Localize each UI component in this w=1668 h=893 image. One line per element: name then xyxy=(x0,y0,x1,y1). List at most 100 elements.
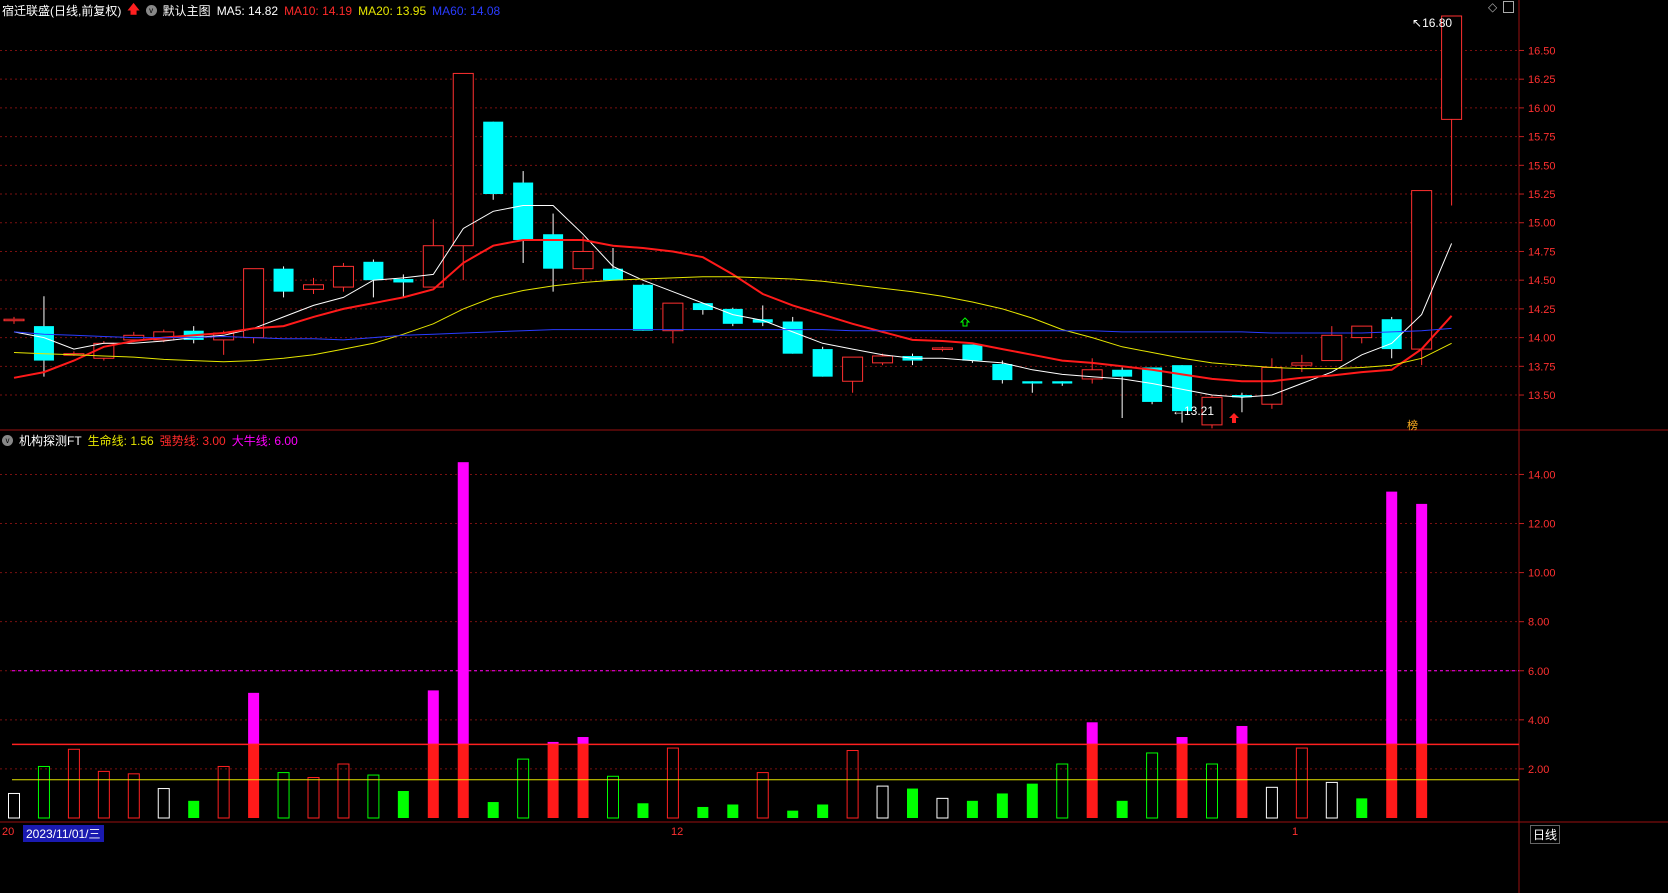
panel-toggle-icon[interactable] xyxy=(1503,1,1515,13)
indicator-bar-red xyxy=(457,744,469,818)
candle-body-down xyxy=(962,344,983,361)
candle-body-down xyxy=(782,321,803,354)
up-arrow-icon: 🡅 xyxy=(127,2,140,16)
indicator-bar-green xyxy=(1026,783,1038,818)
indicator-bar-green-hollow xyxy=(37,765,50,819)
price-tick-label: 13.75 xyxy=(1528,361,1556,373)
ma10-label: MA10: 14.19 xyxy=(284,3,353,18)
indicator-bar-red xyxy=(427,744,439,818)
indicator-bar-white xyxy=(8,792,20,819)
price-tick-label: 16.50 xyxy=(1528,45,1556,57)
candle-body-up xyxy=(452,72,474,247)
candle-body-up xyxy=(332,265,354,288)
price-tick-label: 14.25 xyxy=(1528,304,1556,316)
price-tick-label: 14.50 xyxy=(1528,275,1556,287)
indicator-bar-white xyxy=(157,788,170,819)
candle-body-up xyxy=(3,318,25,322)
indicator-bar-red-hollow xyxy=(1295,747,1308,819)
candle-body-down xyxy=(1112,369,1133,377)
indicator-title[interactable]: 机构探测FT xyxy=(19,432,82,449)
indicator-bar-green-hollow xyxy=(367,774,380,819)
ma20-label: MA20: 13.95 xyxy=(358,3,427,18)
candle-body-down xyxy=(752,319,773,323)
indicator-bar-red-hollow xyxy=(97,770,110,819)
indicator-bar-red xyxy=(1176,744,1188,818)
indicator-bar-white xyxy=(876,785,889,819)
strong-line-label: 强势线: 3.00 xyxy=(159,434,226,448)
indicator-bar-magenta xyxy=(457,462,469,745)
indicator-bar-red xyxy=(1416,744,1428,818)
ma5-line xyxy=(13,205,1453,398)
candle-body-down xyxy=(692,303,713,311)
indicator-bar-green xyxy=(907,788,918,818)
buy-arrow-icon xyxy=(1229,413,1239,423)
indicator-bar-magenta xyxy=(577,737,589,745)
indicator-bar-green xyxy=(996,793,1008,818)
candle-body-down xyxy=(1381,319,1402,350)
indicator-bar-green-hollow xyxy=(1146,752,1159,819)
candle-body-down xyxy=(273,268,294,292)
indicator-bar-green xyxy=(817,804,829,818)
indicator-bar-green xyxy=(1356,798,1368,818)
candle-body-down xyxy=(632,284,653,331)
indicator-tick-label: 12.00 xyxy=(1528,519,1556,531)
price-tick-label: 14.75 xyxy=(1528,246,1556,258)
candle-body-up xyxy=(1261,366,1283,405)
life-line-label: 生命线: 1.56 xyxy=(87,434,154,448)
month-label-mid: 12 xyxy=(671,826,684,838)
indicator-tick-label: 10.00 xyxy=(1528,568,1556,580)
indicator-bar-red-hollow xyxy=(307,777,320,819)
candle-body-down xyxy=(1052,381,1073,384)
candle-body-down xyxy=(513,182,534,240)
bull-line-label: 大牛线: 6.00 xyxy=(231,434,298,448)
bang-badge[interactable]: 榜 xyxy=(1407,417,1418,433)
signal-arrow-icon xyxy=(959,317,971,327)
indicator-bar-green xyxy=(487,802,499,818)
candle-body-down xyxy=(992,364,1013,381)
cursor-date: 2023/11/01/三 xyxy=(23,825,104,842)
month-label-left: 20 xyxy=(2,826,15,838)
candle-body-up xyxy=(1321,334,1343,362)
candle-body-down xyxy=(483,121,504,195)
candle-body-up xyxy=(662,302,684,332)
indicator-bar-red-hollow xyxy=(846,750,859,819)
indicator-bar-magenta xyxy=(427,690,439,745)
indicator-bar-red-hollow xyxy=(337,763,350,819)
indicator-bar-red xyxy=(547,744,559,818)
chevron-down-icon[interactable]: v xyxy=(2,435,13,446)
indicator-bar-white xyxy=(936,797,949,819)
diamond-icon[interactable]: ◇ xyxy=(1488,0,1497,14)
candle-body-up xyxy=(842,356,864,382)
indicator-bar-red-hollow xyxy=(217,765,230,819)
indicator-bar-red xyxy=(1236,744,1248,818)
candle-body-up xyxy=(1441,15,1463,120)
indicator-tick-label: 14.00 xyxy=(1528,469,1556,481)
period-button[interactable]: 日线 xyxy=(1530,825,1561,844)
indicator-bar-magenta xyxy=(1386,491,1398,745)
candle-body-down xyxy=(1022,381,1043,384)
indicator-bar-green xyxy=(637,803,649,818)
indicator-bar-green-hollow xyxy=(517,758,530,819)
main-header: 宿迁联盛(日线,前复权) 🡅 v 默认主图 MA5: 14.82 MA10: 1… xyxy=(2,0,500,21)
template-name[interactable]: 默认主图 xyxy=(163,2,211,19)
candle-body-up xyxy=(931,347,953,350)
indicator-bar-red xyxy=(1086,744,1098,818)
candle-body-up xyxy=(303,284,324,290)
candle-body-down xyxy=(812,349,833,377)
candle-body-down xyxy=(363,261,384,281)
stock-title[interactable]: 宿迁联盛(日线,前复权) xyxy=(2,2,121,19)
indicator-bar-green xyxy=(188,800,200,818)
indicator-bar-magenta xyxy=(1416,503,1428,745)
indicator-bar-green xyxy=(1116,800,1128,818)
indicator-bar-green xyxy=(787,810,799,818)
indicator-bar-magenta xyxy=(1176,737,1188,745)
candle-body-up xyxy=(422,245,444,288)
indicator-bar-magenta xyxy=(248,692,260,745)
chevron-down-icon[interactable]: v xyxy=(145,5,157,16)
price-tick-label: 14.00 xyxy=(1528,333,1556,345)
candle-body-down xyxy=(33,326,54,361)
indicator-tick-label: 2.00 xyxy=(1528,764,1549,776)
indicator-bar-red-hollow xyxy=(666,747,679,819)
indicator-bar-green xyxy=(397,791,409,818)
low-price-mark: ←13.21 xyxy=(1172,404,1215,418)
